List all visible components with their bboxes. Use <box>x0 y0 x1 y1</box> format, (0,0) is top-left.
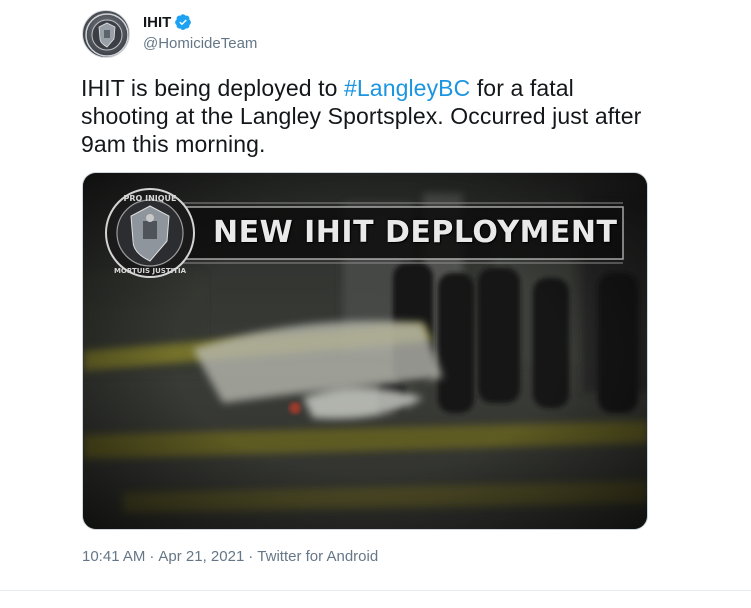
tweet-text: IHIT is being deployed to #LangleyBC for… <box>81 74 661 158</box>
crest-top-text: PRO INIQUE <box>123 194 176 203</box>
user-handle[interactable]: @HomicideTeam <box>143 35 257 52</box>
tweet-time[interactable]: 10:41 AM <box>82 548 145 565</box>
tweet-meta: 10:41 AM · Apr 21, 2021 · Twitter for Androi… <box>82 548 378 565</box>
tweet-card: IHIT @HomicideTeam IHIT is being deploye… <box>0 0 751 608</box>
avatar[interactable] <box>82 10 130 58</box>
tweet-text-before: IHIT is being deployed to <box>81 75 345 101</box>
meta-separator: · <box>248 548 254 565</box>
police-crest-icon <box>85 13 129 57</box>
display-name-row: IHIT <box>143 12 257 32</box>
tweet-date[interactable]: Apr 21, 2021 <box>158 548 244 565</box>
divider <box>0 590 751 591</box>
hashtag-link[interactable]: #LangleyBC <box>344 75 470 101</box>
banner-title: NEW IHIT DEPLOYMENT <box>213 215 618 250</box>
meta-separator: · <box>149 548 155 565</box>
tweet-source[interactable]: Twitter for Android <box>257 548 378 565</box>
verified-badge-icon <box>174 13 192 31</box>
display-name[interactable]: IHIT <box>143 14 171 31</box>
media-image[interactable]: PRO INIQUE MORTUIS JUSTITIA NEW IHIT DEP… <box>82 172 648 530</box>
author-info: IHIT @HomicideTeam <box>143 12 257 53</box>
crest-bottom-text: MORTUIS JUSTITIA <box>114 267 187 275</box>
